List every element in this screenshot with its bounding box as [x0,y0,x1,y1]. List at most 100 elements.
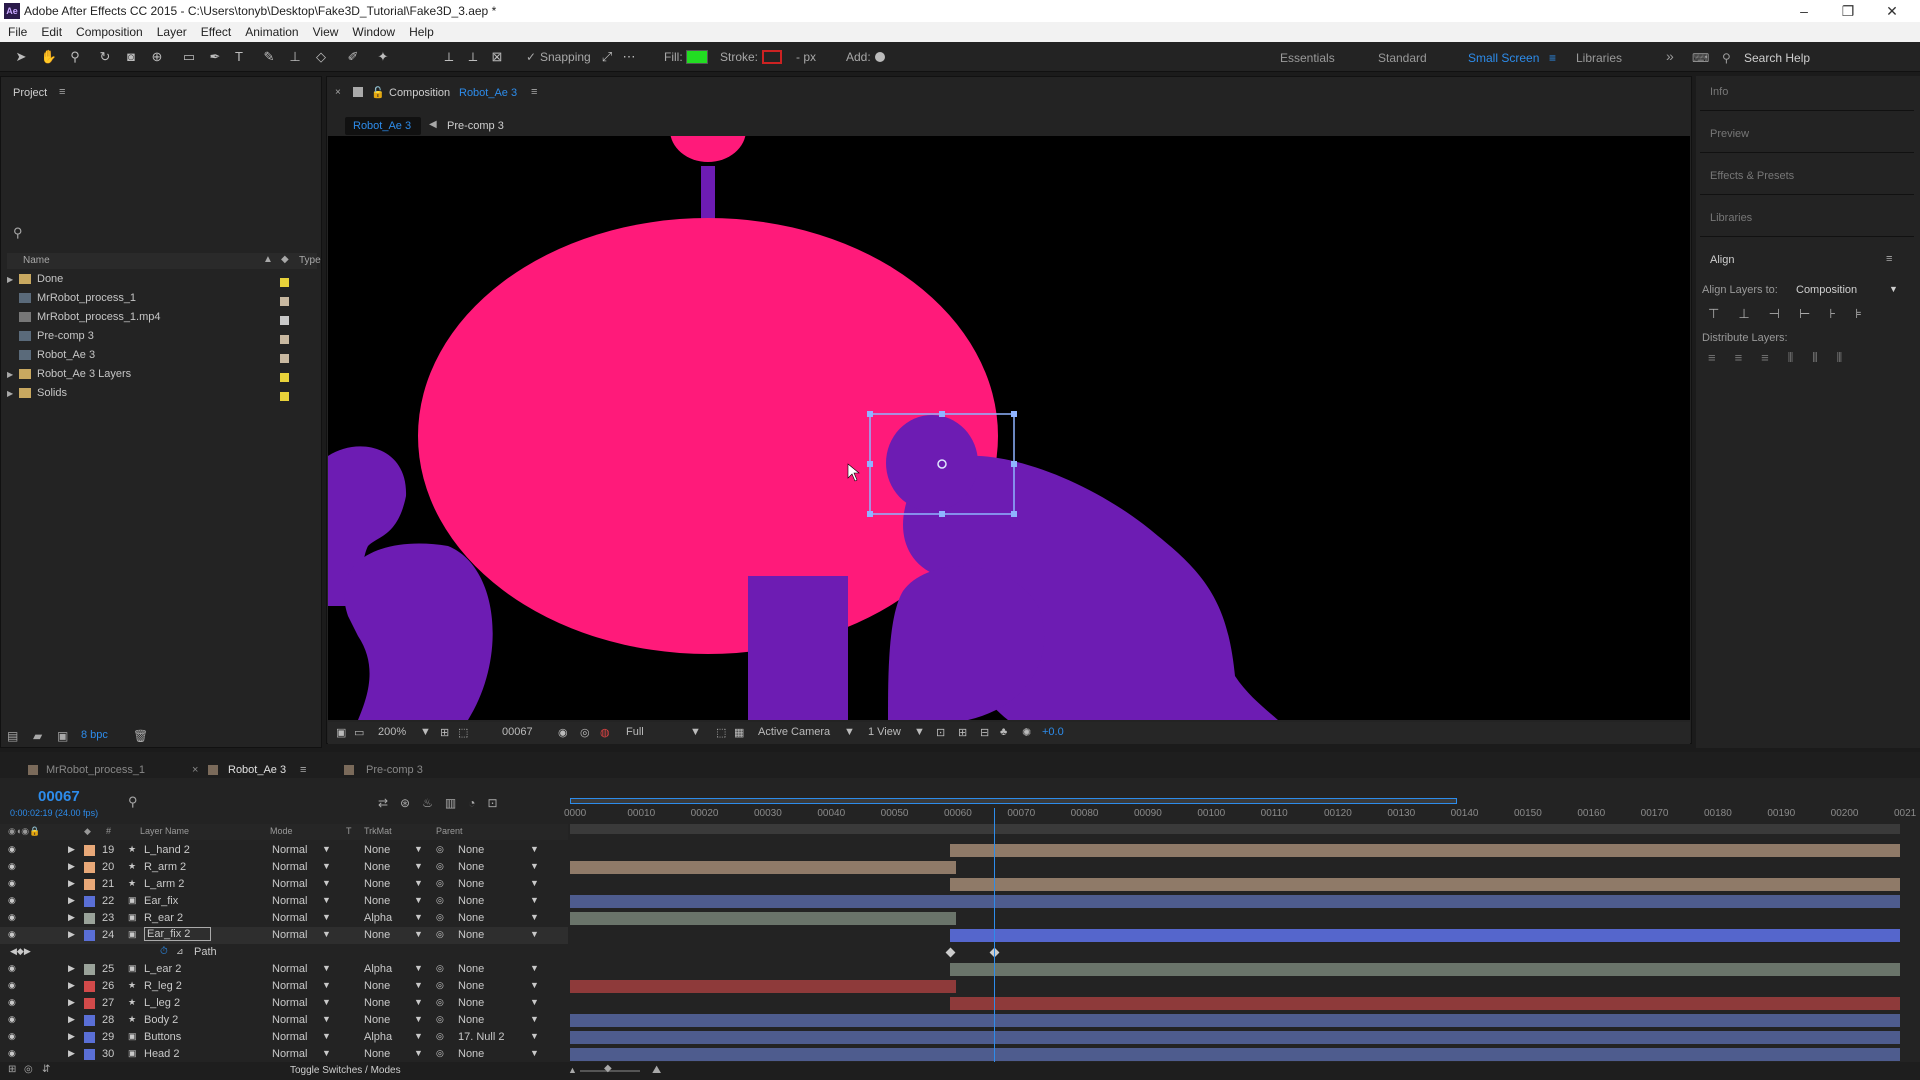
layer-duration-bar[interactable] [570,912,957,925]
search-icon[interactable]: ⚲ [1722,51,1731,65]
type-tool-icon[interactable]: T [230,48,248,66]
layer-name-column-header[interactable]: Layer Name [140,826,189,836]
visibility-icon[interactable]: ◉ [8,929,16,940]
workspace-libraries[interactable]: Libraries [1576,51,1622,65]
track-matte-dropdown[interactable]: Alpha [364,963,392,975]
time-ruler[interactable]: 0000 00010 00020 00030 00040 00050 00060 00070 0… [564,796,1916,838]
parent-pickwhip-icon[interactable]: ◎ [436,963,444,974]
project-item[interactable]: Pre-comp 3 [7,330,317,349]
project-item[interactable]: ▶ Solids [7,387,317,406]
track-matte-dropdown[interactable]: Alpha [364,912,392,924]
expand-arrow-icon[interactable]: ▶ [68,980,75,991]
trkmat-dropdown-icon[interactable]: ▼ [414,929,423,939]
sort-icon[interactable]: ▲ [263,254,273,265]
label-swatch[interactable] [84,845,95,856]
menu-animation[interactable]: Animation [237,22,304,39]
label-color-swatch[interactable] [280,297,289,306]
effects-presets-panel-tab[interactable]: Effects & Presets [1710,170,1794,182]
parent-dropdown-icon[interactable]: ▼ [530,878,539,888]
blend-mode-dropdown[interactable]: Normal [272,980,307,992]
parent-dropdown[interactable]: None [458,895,484,907]
layer-name[interactable]: L_ear 2 [144,963,181,975]
label-swatch[interactable] [84,998,95,1009]
trkmat-dropdown-icon[interactable]: ▼ [414,895,423,905]
layer-row[interactable]: ◉ ▶ 29 ▣ Buttons Normal ▼ Alpha ▼ ◎ 17. Null 2 ▼ [0,1029,568,1046]
label-swatch[interactable] [84,879,95,890]
label-swatch[interactable] [84,1032,95,1043]
layer-row[interactable]: ◉ ▶ 24 ▣ Ear_fix 2 Normal ▼ None ▼ ◎ None ▼ [0,927,568,944]
exposure-value[interactable]: +0.0 [1042,726,1064,738]
rotate-tool-icon[interactable]: ↻ [96,48,114,66]
parent-dropdown[interactable]: None [458,1048,484,1060]
fill-color-swatch[interactable] [686,50,708,64]
panel-menu-icon[interactable]: ≡ [531,86,537,98]
snapshot-icon[interactable]: ◉ [558,726,568,739]
track-matte-dropdown[interactable]: None [364,844,390,856]
parent-dropdown-icon[interactable]: ▼ [530,895,539,905]
label-color-swatch[interactable] [280,392,289,401]
composition-viewer[interactable] [328,136,1690,720]
layer-duration-bar[interactable] [570,861,957,874]
project-item[interactable]: ▶ Robot_Ae 3 Layers [7,368,317,387]
parent-dropdown[interactable]: None [458,980,484,992]
align-buttons-row[interactable]: ⊤⊥⊣⊢⊦⊧ [1708,306,1908,326]
mode-dropdown-icon[interactable]: ▼ [322,963,331,973]
layer-row[interactable]: ◉ ▶ 28 ★ Body 2 Normal ▼ None ▼ ◎ None ▼ [0,1012,568,1029]
composition-panel-name[interactable]: Robot_Ae 3 [459,87,517,99]
region-of-interest-icon[interactable]: ⬚ [716,726,726,739]
layer-row[interactable]: ◉ ▶ 30 ▣ Head 2 Normal ▼ None ▼ ◎ None ▼ [0,1046,568,1063]
work-area-bar[interactable] [570,798,1457,804]
expand-arrow-icon[interactable]: ▶ [68,844,75,855]
track-matte-dropdown[interactable]: None [364,861,390,873]
delete-icon[interactable]: 🗑 [133,729,148,743]
label-swatch[interactable] [84,913,95,924]
layer-duration-bar[interactable] [950,997,1900,1010]
align-panel-menu-icon[interactable]: ≡ [1886,253,1892,265]
workspace-small-screen[interactable]: Small Screen [1468,51,1539,65]
view-axis-icon[interactable]: ⊠ [488,48,506,66]
layer-name[interactable]: Buttons [144,1031,181,1043]
tab-pre-comp-3[interactable]: Pre-comp 3 [366,764,423,776]
menu-effect[interactable]: Effect [193,22,237,39]
align-layers-to-value[interactable]: Composition [1796,284,1857,296]
graph-icon[interactable]: ⊿ [176,946,184,957]
parent-dropdown[interactable]: None [458,1014,484,1026]
mode-dropdown-icon[interactable]: ▼ [322,1048,331,1058]
blend-mode-dropdown[interactable]: Normal [272,997,307,1009]
track-matte-dropdown[interactable]: None [364,980,390,992]
layer-duration-bar[interactable] [570,1031,1900,1044]
parent-pickwhip-icon[interactable]: ◎ [436,895,444,906]
menu-edit[interactable]: Edit [33,22,68,39]
parent-dropdown[interactable]: None [458,878,484,890]
layer-duration-bar[interactable] [570,895,1900,908]
layer-row[interactable]: ◉ ▶ 23 ▣ R_ear 2 Normal ▼ Alpha ▼ ◎ None ▼ [0,910,568,927]
parent-pickwhip-icon[interactable]: ◎ [436,878,444,889]
visibility-icon[interactable]: ◉ [8,895,16,906]
layer-row[interactable]: ◉ ▶ 27 ★ L_leg 2 Normal ▼ None ▼ ◎ None ▼ [0,995,568,1012]
world-axis-icon[interactable]: ⟂ [464,48,482,66]
blend-mode-dropdown[interactable]: Normal [272,1014,307,1026]
panel-menu-icon[interactable]: ≡ [59,86,65,98]
parent-pickwhip-icon[interactable]: ◎ [436,844,444,855]
label-color-swatch[interactable] [280,373,289,382]
mode-dropdown-icon[interactable]: ▼ [322,895,331,905]
trkmat-dropdown-icon[interactable]: ▼ [414,878,423,888]
layer-duration-bar[interactable] [950,929,1900,942]
layer-row[interactable]: ◉ ▶ 26 ★ R_leg 2 Normal ▼ None ▼ ◎ None ▼ [0,978,568,995]
close-button[interactable]: ✕ [1872,2,1912,20]
layer-name[interactable]: R_ear 2 [144,912,183,924]
workspace-standard[interactable]: Standard [1378,51,1427,65]
expand-arrow-icon[interactable]: ▶ [68,997,75,1008]
trkmat-dropdown-icon[interactable]: ▼ [414,861,423,871]
track-matte-dropdown[interactable]: None [364,929,390,941]
project-search-icon[interactable]: ⚲ [13,225,23,241]
layer-duration-bar[interactable] [570,1048,1900,1061]
blend-mode-dropdown[interactable]: Normal [272,844,307,856]
parent-dropdown-icon[interactable]: ▼ [530,844,539,854]
blend-mode-dropdown[interactable]: Normal [272,963,307,975]
breadcrumb-pre-comp-3[interactable]: Pre-comp 3 [447,120,504,132]
parent-pickwhip-icon[interactable]: ◎ [436,1014,444,1025]
blend-mode-dropdown[interactable]: Normal [272,878,307,890]
expand-arrow-icon[interactable]: ▶ [68,895,75,906]
menu-file[interactable]: File [0,22,33,39]
